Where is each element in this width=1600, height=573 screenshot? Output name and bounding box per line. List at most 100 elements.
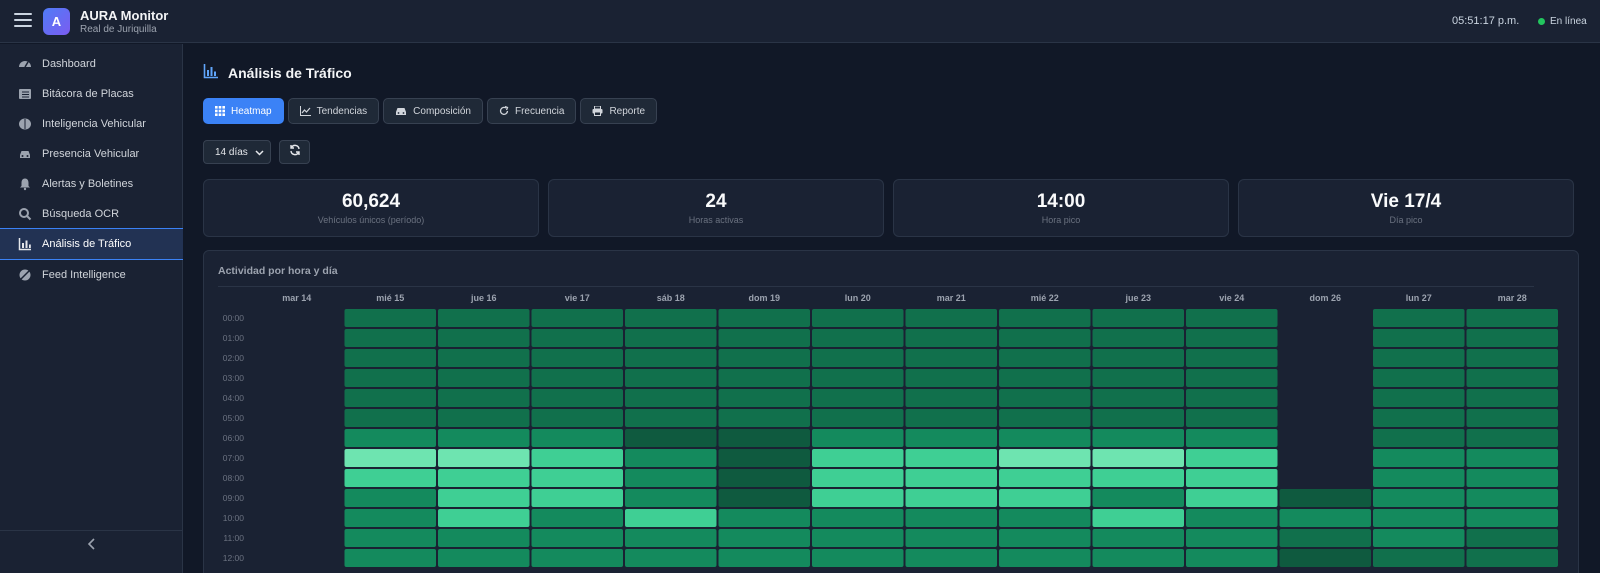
heatmap-cell[interactable] bbox=[1373, 549, 1465, 567]
tab-reporte[interactable]: Reporte bbox=[580, 98, 658, 124]
heatmap-cell[interactable] bbox=[718, 489, 811, 507]
heatmap-cell[interactable] bbox=[1186, 549, 1278, 567]
sidebar-item-bitacora[interactable]: Bitácora de Placas bbox=[0, 79, 183, 109]
heatmap-cell[interactable] bbox=[1373, 489, 1465, 507]
heatmap-cell[interactable] bbox=[1279, 549, 1372, 567]
refresh-button[interactable] bbox=[279, 140, 310, 164]
tab-composicion[interactable]: Composición bbox=[383, 98, 483, 124]
heatmap-cell[interactable] bbox=[1466, 549, 1559, 567]
heatmap-cell[interactable] bbox=[905, 509, 998, 527]
heatmap-cell[interactable] bbox=[531, 489, 624, 507]
heatmap-cell[interactable] bbox=[625, 469, 717, 487]
heatmap-cell[interactable] bbox=[905, 349, 998, 367]
heatmap-cell[interactable] bbox=[1466, 429, 1559, 447]
heatmap-cell[interactable] bbox=[1373, 389, 1465, 407]
heatmap-cell[interactable] bbox=[999, 469, 1091, 487]
heatmap-cell[interactable] bbox=[1373, 309, 1465, 327]
heatmap-cell[interactable] bbox=[531, 449, 624, 467]
heatmap-cell[interactable] bbox=[438, 549, 530, 567]
heatmap-cell[interactable] bbox=[1092, 549, 1185, 567]
heatmap-cell[interactable] bbox=[438, 429, 530, 447]
heatmap-cell[interactable] bbox=[1186, 469, 1278, 487]
heatmap-cell[interactable] bbox=[1186, 429, 1278, 447]
heatmap-cell[interactable] bbox=[1092, 449, 1185, 467]
heatmap-cell[interactable] bbox=[1373, 449, 1465, 467]
heatmap-cell[interactable] bbox=[1092, 349, 1185, 367]
heatmap-cell[interactable] bbox=[812, 389, 904, 407]
heatmap-cell[interactable] bbox=[1373, 409, 1465, 427]
sidebar-item-feed[interactable]: Feed Intelligence bbox=[0, 260, 183, 290]
heatmap-cell[interactable] bbox=[344, 409, 437, 427]
heatmap-cell[interactable] bbox=[905, 389, 998, 407]
heatmap-cell[interactable] bbox=[718, 369, 811, 387]
heatmap-cell[interactable] bbox=[1092, 369, 1185, 387]
heatmap-cell[interactable] bbox=[1373, 469, 1465, 487]
heatmap-cell[interactable] bbox=[625, 489, 717, 507]
heatmap-cell[interactable] bbox=[812, 309, 904, 327]
heatmap-cell[interactable] bbox=[905, 469, 998, 487]
heatmap-cell[interactable] bbox=[531, 509, 624, 527]
heatmap-cell[interactable] bbox=[344, 329, 437, 347]
heatmap-cell[interactable] bbox=[1466, 489, 1559, 507]
heatmap-cell[interactable] bbox=[1466, 469, 1559, 487]
heatmap-cell[interactable] bbox=[531, 369, 624, 387]
heatmap-cell[interactable] bbox=[1092, 309, 1185, 327]
heatmap-cell[interactable] bbox=[812, 429, 904, 447]
heatmap-cell[interactable] bbox=[1186, 409, 1278, 427]
heatmap-cell[interactable] bbox=[999, 549, 1091, 567]
heatmap-cell[interactable] bbox=[344, 529, 437, 547]
heatmap-cell[interactable] bbox=[905, 369, 998, 387]
heatmap-cell[interactable] bbox=[625, 349, 717, 367]
heatmap-cell[interactable] bbox=[1186, 449, 1278, 467]
heatmap-cell[interactable] bbox=[812, 529, 904, 547]
heatmap-cell[interactable] bbox=[812, 449, 904, 467]
heatmap-cell[interactable] bbox=[625, 549, 717, 567]
heatmap-cell[interactable] bbox=[718, 389, 811, 407]
heatmap-cell[interactable] bbox=[438, 469, 530, 487]
heatmap-cell[interactable] bbox=[531, 529, 624, 547]
heatmap-cell[interactable] bbox=[1092, 329, 1185, 347]
heatmap-cell[interactable] bbox=[1186, 309, 1278, 327]
heatmap-cell[interactable] bbox=[344, 469, 437, 487]
heatmap-cell[interactable] bbox=[1373, 509, 1465, 527]
heatmap-cell[interactable] bbox=[531, 469, 624, 487]
heatmap-cell[interactable] bbox=[625, 409, 717, 427]
heatmap-cell[interactable] bbox=[438, 449, 530, 467]
heatmap-cell[interactable] bbox=[1373, 329, 1465, 347]
heatmap-cell[interactable] bbox=[999, 429, 1091, 447]
heatmap-cell[interactable] bbox=[999, 309, 1091, 327]
heatmap-cell[interactable] bbox=[718, 449, 811, 467]
heatmap-cell[interactable] bbox=[1092, 389, 1185, 407]
heatmap-cell[interactable] bbox=[1092, 529, 1185, 547]
heatmap-cell[interactable] bbox=[1373, 429, 1465, 447]
heatmap-cell[interactable] bbox=[531, 549, 624, 567]
heatmap-cell[interactable] bbox=[344, 449, 437, 467]
heatmap-cell[interactable] bbox=[718, 469, 811, 487]
heatmap-cell[interactable] bbox=[438, 329, 530, 347]
heatmap-cell[interactable] bbox=[1092, 469, 1185, 487]
heatmap-cell[interactable] bbox=[812, 349, 904, 367]
heatmap-cell[interactable] bbox=[905, 309, 998, 327]
heatmap-cell[interactable] bbox=[999, 529, 1091, 547]
heatmap-cell[interactable] bbox=[531, 429, 624, 447]
heatmap-cell[interactable] bbox=[1186, 349, 1278, 367]
heatmap-cell[interactable] bbox=[999, 449, 1091, 467]
heatmap-cell[interactable] bbox=[1466, 329, 1559, 347]
heatmap-cell[interactable] bbox=[1092, 409, 1185, 427]
heatmap-cell[interactable] bbox=[625, 329, 717, 347]
heatmap-cell[interactable] bbox=[344, 309, 437, 327]
heatmap-cell[interactable] bbox=[625, 369, 717, 387]
heatmap-cell[interactable] bbox=[999, 369, 1091, 387]
heatmap-cell[interactable] bbox=[718, 349, 811, 367]
heatmap-cell[interactable] bbox=[438, 409, 530, 427]
heatmap-cell[interactable] bbox=[1186, 509, 1278, 527]
heatmap-cell[interactable] bbox=[1186, 489, 1278, 507]
heatmap-cell[interactable] bbox=[531, 349, 624, 367]
heatmap-cell[interactable] bbox=[718, 529, 811, 547]
menu-icon[interactable] bbox=[14, 13, 32, 29]
heatmap-cell[interactable] bbox=[1092, 509, 1185, 527]
heatmap-cell[interactable] bbox=[344, 429, 437, 447]
heatmap-cell[interactable] bbox=[438, 369, 530, 387]
sidebar-item-analisis[interactable]: Análisis de Tráfico bbox=[0, 228, 183, 260]
heatmap-cell[interactable] bbox=[1466, 369, 1559, 387]
